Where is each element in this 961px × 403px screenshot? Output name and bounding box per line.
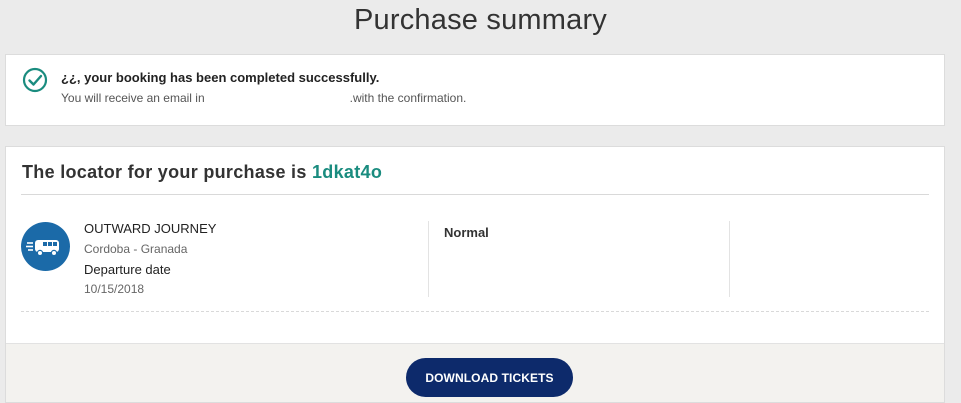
column-divider (428, 221, 429, 297)
journey-route: Cordoba - Granada (84, 242, 188, 256)
email-text-prefix: You will receive an email in (61, 91, 205, 105)
check-circle-icon (22, 67, 48, 93)
booking-card: The locator for your purchase is 1dkat4o… (5, 146, 945, 403)
success-message: ¿¿, your booking has been completed succ… (61, 70, 380, 85)
card-footer: DOWNLOAD TICKETS (6, 343, 944, 402)
fare-type: Normal (444, 225, 489, 240)
download-tickets-button[interactable]: DOWNLOAD TICKETS (406, 358, 573, 397)
journey-type: OUTWARD JOURNEY (84, 221, 217, 236)
divider (21, 194, 929, 195)
success-notice: ¿¿, your booking has been completed succ… (5, 54, 945, 126)
email-text-suffix: .with the confirmation. (349, 91, 467, 105)
column-divider (729, 221, 730, 297)
departure-date-value: 10/15/2018 (84, 282, 145, 296)
locator-heading: The locator for your purchase is 1dkat4o (22, 162, 382, 183)
bus-icon (21, 222, 70, 271)
dashed-divider (21, 311, 929, 312)
email-confirmation-text: You will receive an email in .with the co… (61, 91, 466, 105)
locator-code: 1dkat4o (311, 162, 383, 182)
page-title: Purchase summary (354, 4, 607, 36)
locator-label: The locator for your purchase is (22, 162, 307, 182)
departure-date-label: Departure date (84, 262, 171, 277)
